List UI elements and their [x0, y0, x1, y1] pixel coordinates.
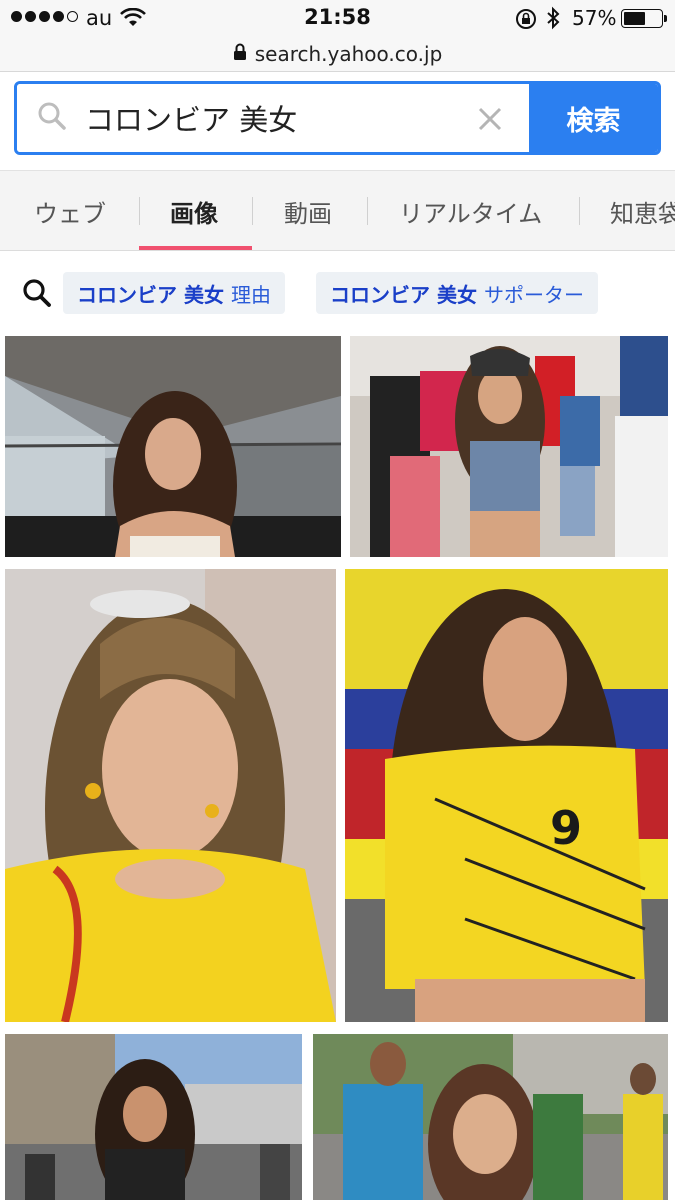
chip-term: サポーター [483, 282, 584, 307]
lock-icon [233, 43, 247, 65]
related-chip[interactable]: コロンビア 美女 サポーター [316, 272, 598, 314]
url-bar[interactable]: search.yahoo.co.jp [0, 36, 675, 72]
search-bar: 検索 [14, 81, 661, 155]
status-bar: au 21:58 57% [0, 0, 675, 36]
url-domain: search.yahoo.co.jp [254, 41, 443, 66]
battery-percent: 57% [572, 6, 617, 30]
search-input[interactable] [85, 101, 465, 135]
search-button[interactable]: 検索 [529, 84, 658, 152]
tab-chiebukuro[interactable]: 知恵袋 [610, 171, 675, 250]
tab-web[interactable]: ウェブ [34, 171, 106, 250]
related-chip[interactable]: コロンビア 美女 理由 [63, 272, 285, 314]
active-tab-indicator [139, 246, 252, 250]
chip-query: コロンビア 美女 [77, 282, 224, 307]
bluetooth-icon [545, 6, 561, 34]
image-result[interactable]: 9 [345, 569, 668, 1022]
svg-text:9: 9 [550, 801, 582, 855]
related-searches: コロンビア 美女 理由 コロンビア 美女 サポーター [0, 262, 675, 322]
search-field[interactable] [17, 84, 529, 152]
chip-term: 理由 [230, 282, 271, 307]
tab-video[interactable]: 動画 [284, 171, 332, 250]
image-result[interactable] [350, 336, 668, 557]
orientation-lock-icon [515, 8, 537, 34]
chip-query: コロンビア 美女 [330, 282, 477, 307]
search-tabs: ウェブ 画像 動画 リアルタイム 知恵袋 [0, 170, 675, 251]
battery-icon [621, 9, 667, 28]
search-icon [22, 278, 52, 312]
image-result[interactable] [313, 1034, 668, 1200]
close-icon[interactable] [477, 106, 503, 136]
image-result[interactable] [5, 336, 341, 557]
image-result[interactable] [5, 1034, 302, 1200]
search-icon [37, 101, 67, 135]
tab-images[interactable]: 画像 [170, 171, 218, 250]
image-result[interactable] [5, 569, 336, 1022]
tab-realtime[interactable]: リアルタイム [399, 171, 542, 250]
